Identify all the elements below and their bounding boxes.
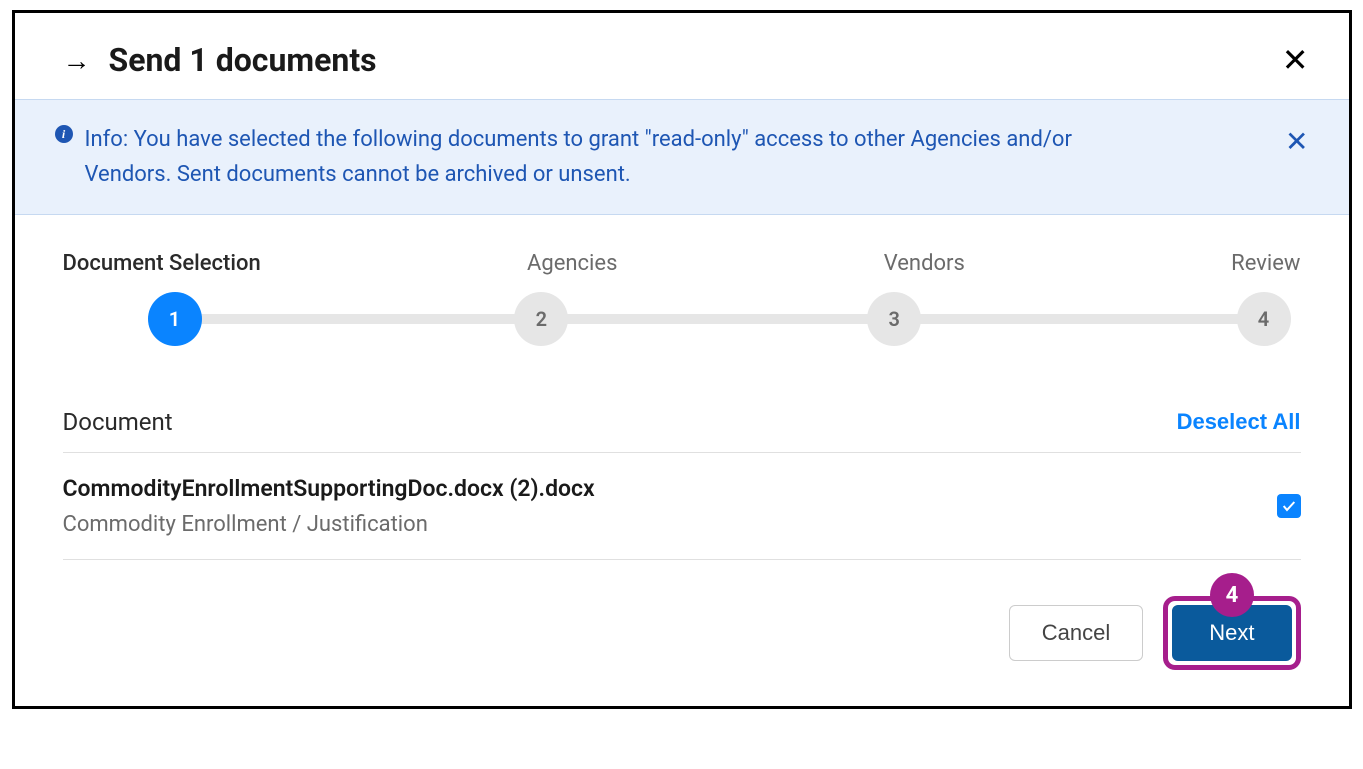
deselect-all-button[interactable]: Deselect All: [1177, 409, 1301, 435]
step-label-review: Review: [1231, 251, 1300, 276]
document-column-header: Document: [63, 408, 173, 436]
step-circle-1[interactable]: 1: [148, 292, 202, 346]
document-row: CommodityEnrollmentSupportingDoc.docx (2…: [63, 453, 1301, 560]
close-icon: ✕: [1285, 126, 1308, 157]
step-circle-2[interactable]: 2: [514, 292, 568, 346]
modal-title: Send 1 documents: [109, 41, 377, 79]
info-dismiss-button[interactable]: ✕: [1285, 122, 1308, 156]
info-banner: i Info: You have selected the following …: [15, 99, 1349, 215]
document-list-section: Document Deselect All CommodityEnrollmen…: [15, 368, 1349, 560]
document-checkbox[interactable]: [1277, 494, 1301, 518]
close-icon: ✕: [1282, 42, 1309, 78]
document-info: CommodityEnrollmentSupportingDoc.docx (2…: [63, 475, 595, 537]
modal-header: → Send 1 documents ✕: [15, 13, 1349, 99]
info-content: i Info: You have selected the following …: [55, 122, 1266, 192]
info-text: Info: You have selected the following do…: [85, 122, 1085, 192]
step-circle-3[interactable]: 3: [867, 292, 921, 346]
callout-badge: 4: [1210, 573, 1254, 617]
check-icon: [1281, 498, 1297, 514]
document-name: CommodityEnrollmentSupportingDoc.docx (2…: [63, 475, 595, 502]
stepper-line: [163, 314, 1271, 324]
document-list-header: Document Deselect All: [63, 408, 1301, 453]
arrow-right-icon: →: [63, 44, 91, 77]
info-icon: i: [55, 125, 73, 143]
step-label-vendors: Vendors: [884, 251, 965, 276]
stepper-track: 1 2 3 4: [63, 292, 1301, 348]
stepper-labels: Document Selection Agencies Vendors Revi…: [63, 251, 1301, 276]
close-button[interactable]: ✕: [1282, 44, 1309, 76]
document-category: Commodity Enrollment / Justification: [63, 512, 595, 537]
cancel-button[interactable]: Cancel: [1009, 605, 1143, 661]
modal-footer: Cancel 4 Next: [15, 560, 1349, 706]
step-label-agencies: Agencies: [527, 251, 617, 276]
send-documents-modal: → Send 1 documents ✕ i Info: You have se…: [12, 10, 1352, 709]
modal-header-left: → Send 1 documents: [63, 41, 377, 79]
step-label-document-selection: Document Selection: [63, 251, 261, 276]
stepper: Document Selection Agencies Vendors Revi…: [15, 215, 1349, 368]
next-button-highlight: 4 Next: [1163, 596, 1300, 670]
step-circle-4[interactable]: 4: [1237, 292, 1291, 346]
